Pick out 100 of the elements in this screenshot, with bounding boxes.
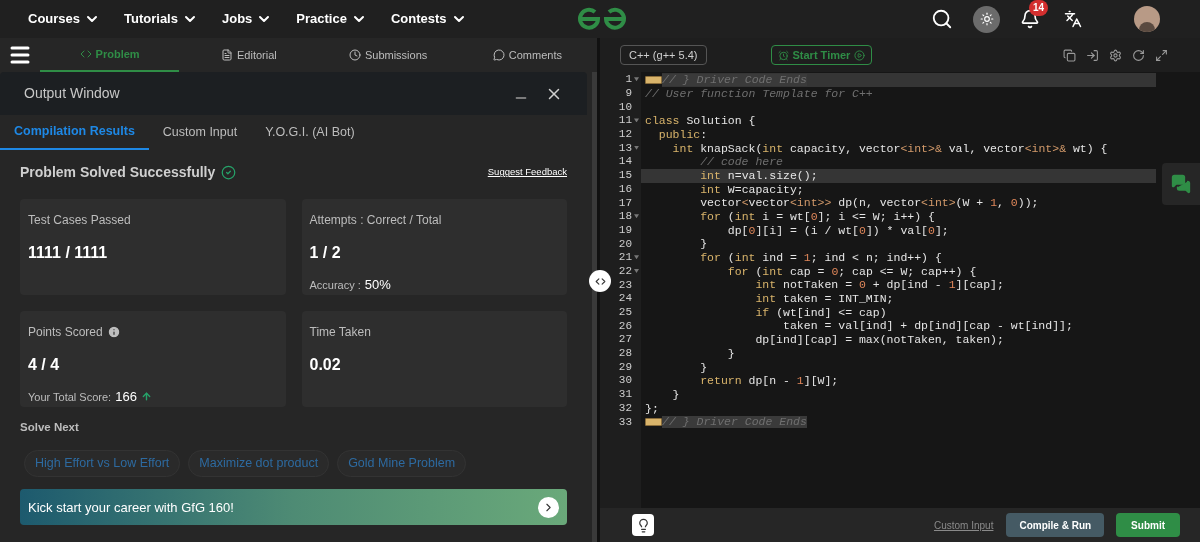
banner-text: Kick start your career with GfG 160! — [28, 498, 234, 517]
code-line: public: — [657, 127, 709, 142]
info-icon[interactable] — [106, 325, 121, 339]
code-line: }; — [644, 401, 660, 416]
line-number: 23 — [618, 279, 633, 291]
code-line: dp[ind][cap] = max(notTaken, taken); — [754, 333, 1005, 347]
hint-button[interactable] — [632, 514, 654, 536]
code-line: if (wt[ind] <= cap) — [754, 305, 888, 320]
nav-menu[interactable]: Tutorials — [124, 9, 198, 29]
custom-input-link[interactable]: Custom Input — [933, 517, 994, 533]
window-title: Output Window — [24, 84, 120, 103]
line-number[interactable]: 21 — [618, 252, 639, 264]
line-number: 20 — [618, 238, 633, 250]
code-line: vector<vector<int>> dp(n, vector<int>(W + 1, 0)); — [699, 196, 1040, 210]
line-number[interactable]: 1 — [625, 74, 639, 86]
code-line: // code here — [699, 155, 785, 169]
line-number: 15 — [618, 170, 633, 182]
output-tab[interactable]: Compilation Results — [0, 115, 149, 150]
translate-icon[interactable] — [1064, 10, 1082, 28]
resize-handle[interactable] — [589, 270, 611, 292]
play-icon — [854, 49, 866, 61]
code-line: for (int i = wt[0]; i <= W; i++) { — [699, 209, 936, 224]
problem-tab[interactable]: Submissions — [318, 38, 458, 72]
stat-sub-label: Accuracy : — [309, 277, 361, 293]
copy-icon[interactable] — [1063, 48, 1076, 62]
tab-icon — [348, 49, 361, 61]
code-line: } — [671, 387, 681, 402]
reset-icon[interactable] — [1132, 48, 1145, 62]
sun-icon — [979, 12, 994, 26]
status-text: Problem Solved Successfully — [20, 163, 216, 182]
import-icon[interactable] — [1086, 48, 1099, 62]
avatar[interactable] — [1134, 6, 1160, 32]
compile-run-button[interactable]: Compile & Run — [1006, 513, 1105, 537]
line-number: 30 — [618, 375, 633, 387]
code-line: } — [726, 346, 736, 361]
promo-banner[interactable]: Kick start your career with GfG 160! — [20, 489, 567, 526]
code-line: int knapSack(int capacity, vector<int>& val, vector<int>& wt) { — [671, 141, 1109, 156]
stat-sub-label: Your Total Score: — [28, 389, 112, 405]
line-number: 14 — [618, 156, 633, 168]
next-button[interactable] — [538, 496, 559, 518]
line-number: 19 — [618, 224, 633, 236]
line-number: 17 — [618, 197, 633, 209]
code-line: } — [699, 237, 709, 251]
output-tab[interactable]: Custom Input — [148, 115, 252, 150]
chat-icon — [1171, 174, 1191, 194]
check-icon — [221, 165, 237, 180]
bell-icon[interactable] — [1020, 9, 1040, 29]
code-line: class Solution { — [644, 114, 757, 128]
code-line: dp[0][i] = (i / wt[0]) * val[0]; — [726, 223, 950, 238]
tab-icon — [79, 48, 92, 60]
code-line: // User function Template for C++ — [644, 86, 874, 101]
code-line: return dp[n - 1][W]; — [699, 374, 840, 388]
line-number: 26 — [618, 320, 633, 332]
line-number: 25 — [618, 307, 633, 319]
problem-tab[interactable]: Editorial — [179, 38, 319, 72]
code-line: int W=capacity; — [699, 182, 805, 197]
search-icon[interactable] — [931, 8, 953, 30]
line-number: 29 — [618, 361, 633, 373]
line-number[interactable]: 22 — [618, 265, 639, 277]
logo-icon — [576, 6, 628, 32]
notification-badge: 14 — [1029, 0, 1049, 16]
submit-button[interactable]: Submit — [1116, 513, 1180, 537]
code-line: for (int ind = 1; ind < n; ind++) { — [699, 250, 943, 265]
stat-label: Test Cases Passed — [28, 212, 131, 229]
nav-menu[interactable]: Contests — [390, 9, 467, 29]
fold-marker-icon[interactable] — [645, 418, 662, 427]
line-number[interactable]: 18 — [618, 211, 639, 223]
line-number: 24 — [618, 293, 633, 305]
line-number[interactable]: 11 — [618, 115, 639, 127]
language-select[interactable]: C++ (g++ 5.4) — [620, 45, 707, 65]
nav-menu[interactable]: Courses — [28, 9, 101, 29]
tab-icon — [492, 49, 505, 61]
timer-button[interactable]: Start Timer — [770, 45, 873, 65]
line-number: 27 — [618, 334, 633, 346]
stat-value: 1111 / 1111 — [28, 243, 109, 263]
chat-button[interactable] — [1162, 163, 1200, 205]
fold-marker-icon[interactable] — [645, 75, 662, 84]
stat-value: 0.02 — [309, 355, 342, 375]
output-tab[interactable]: Y.O.G.I. (AI Bot) — [251, 115, 369, 150]
line-number: 12 — [618, 129, 633, 141]
nav-menu[interactable]: Jobs — [221, 9, 273, 29]
alarm-clock-icon — [777, 49, 789, 61]
nav-menu[interactable]: Practice — [296, 9, 367, 29]
line-number: 9 — [625, 88, 633, 100]
problem-tab[interactable]: Comments — [457, 38, 597, 72]
stat-label: Points Scored — [28, 324, 103, 341]
code-line: int taken = INT_MIN; — [754, 292, 895, 306]
settings-icon[interactable] — [1109, 48, 1122, 62]
code-line: } — [699, 360, 709, 375]
stat-label: Time Taken — [309, 324, 371, 341]
theme-toggle[interactable] — [973, 5, 1000, 33]
code-line: for (int cap = 0; cap <= W; cap++) { — [726, 264, 978, 279]
line-number: 31 — [618, 389, 633, 401]
stat-value: 4 / 4 — [28, 355, 61, 375]
line-number: 28 — [618, 348, 633, 360]
line-number: 16 — [618, 183, 633, 195]
line-number: 32 — [618, 402, 633, 414]
fullscreen-icon[interactable] — [1155, 48, 1168, 62]
line-number[interactable]: 13 — [618, 142, 639, 154]
feedback-link[interactable]: Suggest Feedback — [487, 165, 567, 180]
